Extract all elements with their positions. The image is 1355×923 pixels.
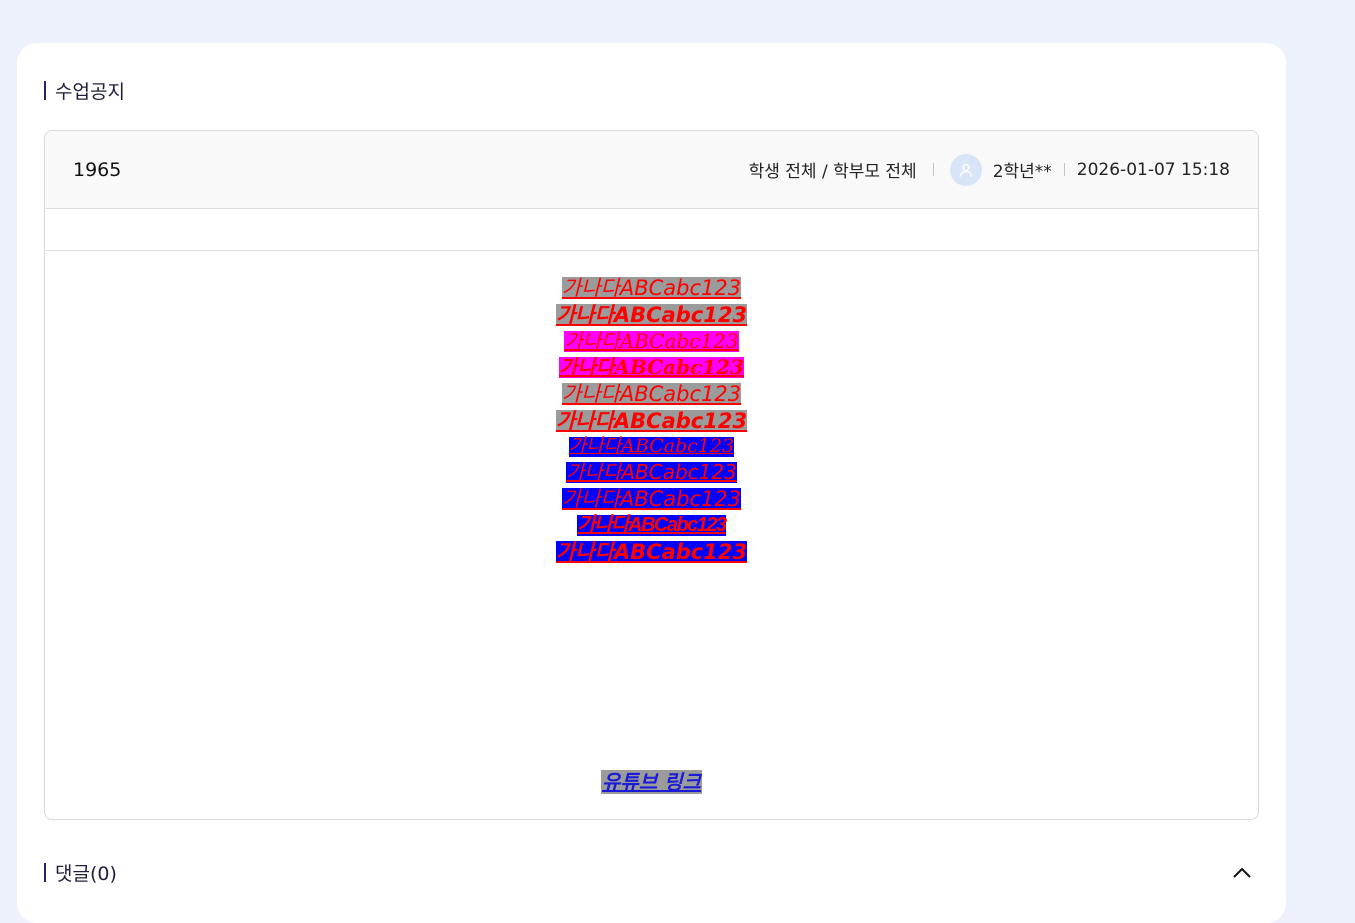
formatted-text-line: 가나다ABCabc123: [561, 487, 742, 515]
formatted-text-line: 가나다ABCabc123: [561, 382, 742, 410]
notice-card: 수업공지 1965 학생 전체 / 학부모 전체 2학년** 2026-01-0…: [17, 43, 1286, 923]
formatted-text: 가나다ABCabc123: [561, 382, 742, 407]
post-meta: 학생 전체 / 학부모 전체 2학년** 2026-01-07 15:18: [748, 153, 1230, 186]
formatted-text-line: 가나다ABCabc123: [555, 409, 748, 437]
formatted-text: 가나다ABCabc123: [577, 514, 727, 537]
post-content: 가나다ABCabc123 가나다ABCabc123 가나다ABCabc123 가나다A…: [45, 251, 1258, 817]
heading-accent-bar: [44, 863, 46, 882]
formatted-text: 가나다ABCabc123: [555, 540, 748, 565]
user-avatar-icon: [949, 153, 982, 186]
notice-section-title: 수업공지: [55, 81, 125, 103]
notice-box: 1965 학생 전체 / 학부모 전체 2학년** 2026-01-07 15:…: [44, 130, 1259, 820]
formatted-text: 가나다ABCabc123: [566, 460, 737, 485]
formatted-text-line: 가나다ABCabc123: [559, 357, 744, 383]
notice-section-heading: 수업공지: [44, 77, 125, 104]
post-datetime: 2026-01-07 15:18: [1076, 159, 1230, 180]
youtube-link-row: 유튜브 링크: [45, 766, 1258, 795]
formatted-text-line: 가나다ABCabc123: [566, 462, 737, 488]
heading-accent-bar: [44, 81, 46, 100]
post-audience: 학생 전체 / 학부모 전체: [748, 162, 917, 182]
formatted-text: 가나다ABCabc123: [568, 435, 735, 458]
formatted-text: 가나다ABCabc123: [559, 355, 744, 380]
formatted-text-line: 가나다ABCabc123: [577, 514, 727, 541]
chevron-up-icon[interactable]: [1231, 862, 1253, 884]
formatted-text-line: 가나다ABCabc123: [555, 303, 748, 331]
formatted-text-line: 가나다ABCabc123: [561, 276, 742, 304]
formatted-text: 가나다ABCabc123: [555, 409, 748, 434]
meta-divider: [932, 163, 934, 176]
youtube-link[interactable]: 유튜브 링크: [601, 770, 702, 794]
formatted-text: 가나다ABCabc123: [555, 303, 748, 328]
formatted-text-line: 가나다ABCabc123: [568, 435, 735, 462]
formatted-text-line: 가나다ABCabc123: [555, 540, 748, 568]
notice-header: 1965 학생 전체 / 학부모 전체 2학년** 2026-01-07 15:…: [45, 131, 1258, 209]
comment-section-title: 댓글(0): [55, 863, 117, 885]
attachment-row: [45, 209, 1258, 251]
meta-divider: [1063, 163, 1065, 176]
formatted-text: 가나다ABCabc123: [561, 487, 742, 512]
formatted-text-line: 가나다ABCabc123: [564, 329, 739, 357]
formatted-text: 가나다ABCabc123: [561, 276, 742, 300]
post-title: 1965: [73, 158, 122, 181]
post-author: 2학년**: [992, 162, 1052, 182]
formatted-text: 가나다ABCabc123: [564, 329, 739, 354]
comment-section-heading: 댓글(0): [44, 859, 117, 886]
